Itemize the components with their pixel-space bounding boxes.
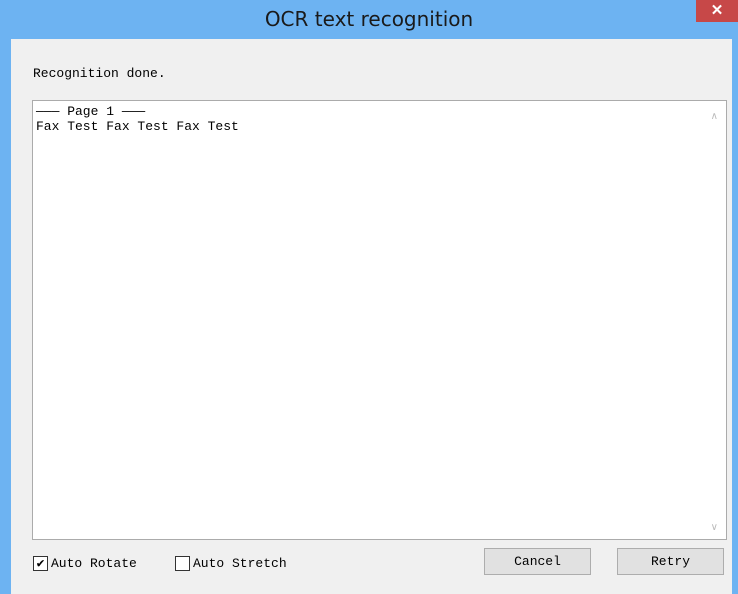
auto-stretch-box[interactable]: [175, 555, 190, 571]
auto-rotate-label: Auto Rotate: [51, 555, 137, 571]
ocr-result-text: ——— Page 1 ——— Fax Test Fax Test Fax Tes…: [36, 104, 239, 134]
auto-stretch-checkbox[interactable]: Auto Stretch: [175, 555, 287, 571]
status-text: Recognition done.: [33, 66, 166, 81]
window-title: OCR text recognition: [264, 7, 474, 31]
title-bar: OCR text recognition ✕: [0, 0, 738, 39]
window-frame-right: [732, 39, 738, 594]
close-icon: ✕: [710, 2, 724, 19]
ocr-result-textarea[interactable]: ——— Page 1 ——— Fax Test Fax Test Fax Tes…: [32, 100, 727, 540]
close-button[interactable]: ✕: [696, 0, 738, 22]
window-frame-left: [0, 39, 11, 594]
checkmark-icon: ✔: [36, 555, 45, 571]
auto-stretch-label: Auto Stretch: [193, 555, 287, 571]
auto-rotate-checkbox[interactable]: ✔ Auto Rotate: [33, 555, 137, 571]
chevron-down-icon[interactable]: ∨: [711, 522, 718, 533]
retry-button[interactable]: Retry: [617, 548, 724, 575]
chevron-up-icon[interactable]: ∧: [711, 111, 718, 122]
cancel-button[interactable]: Cancel: [484, 548, 591, 575]
auto-rotate-box[interactable]: ✔: [33, 555, 48, 571]
